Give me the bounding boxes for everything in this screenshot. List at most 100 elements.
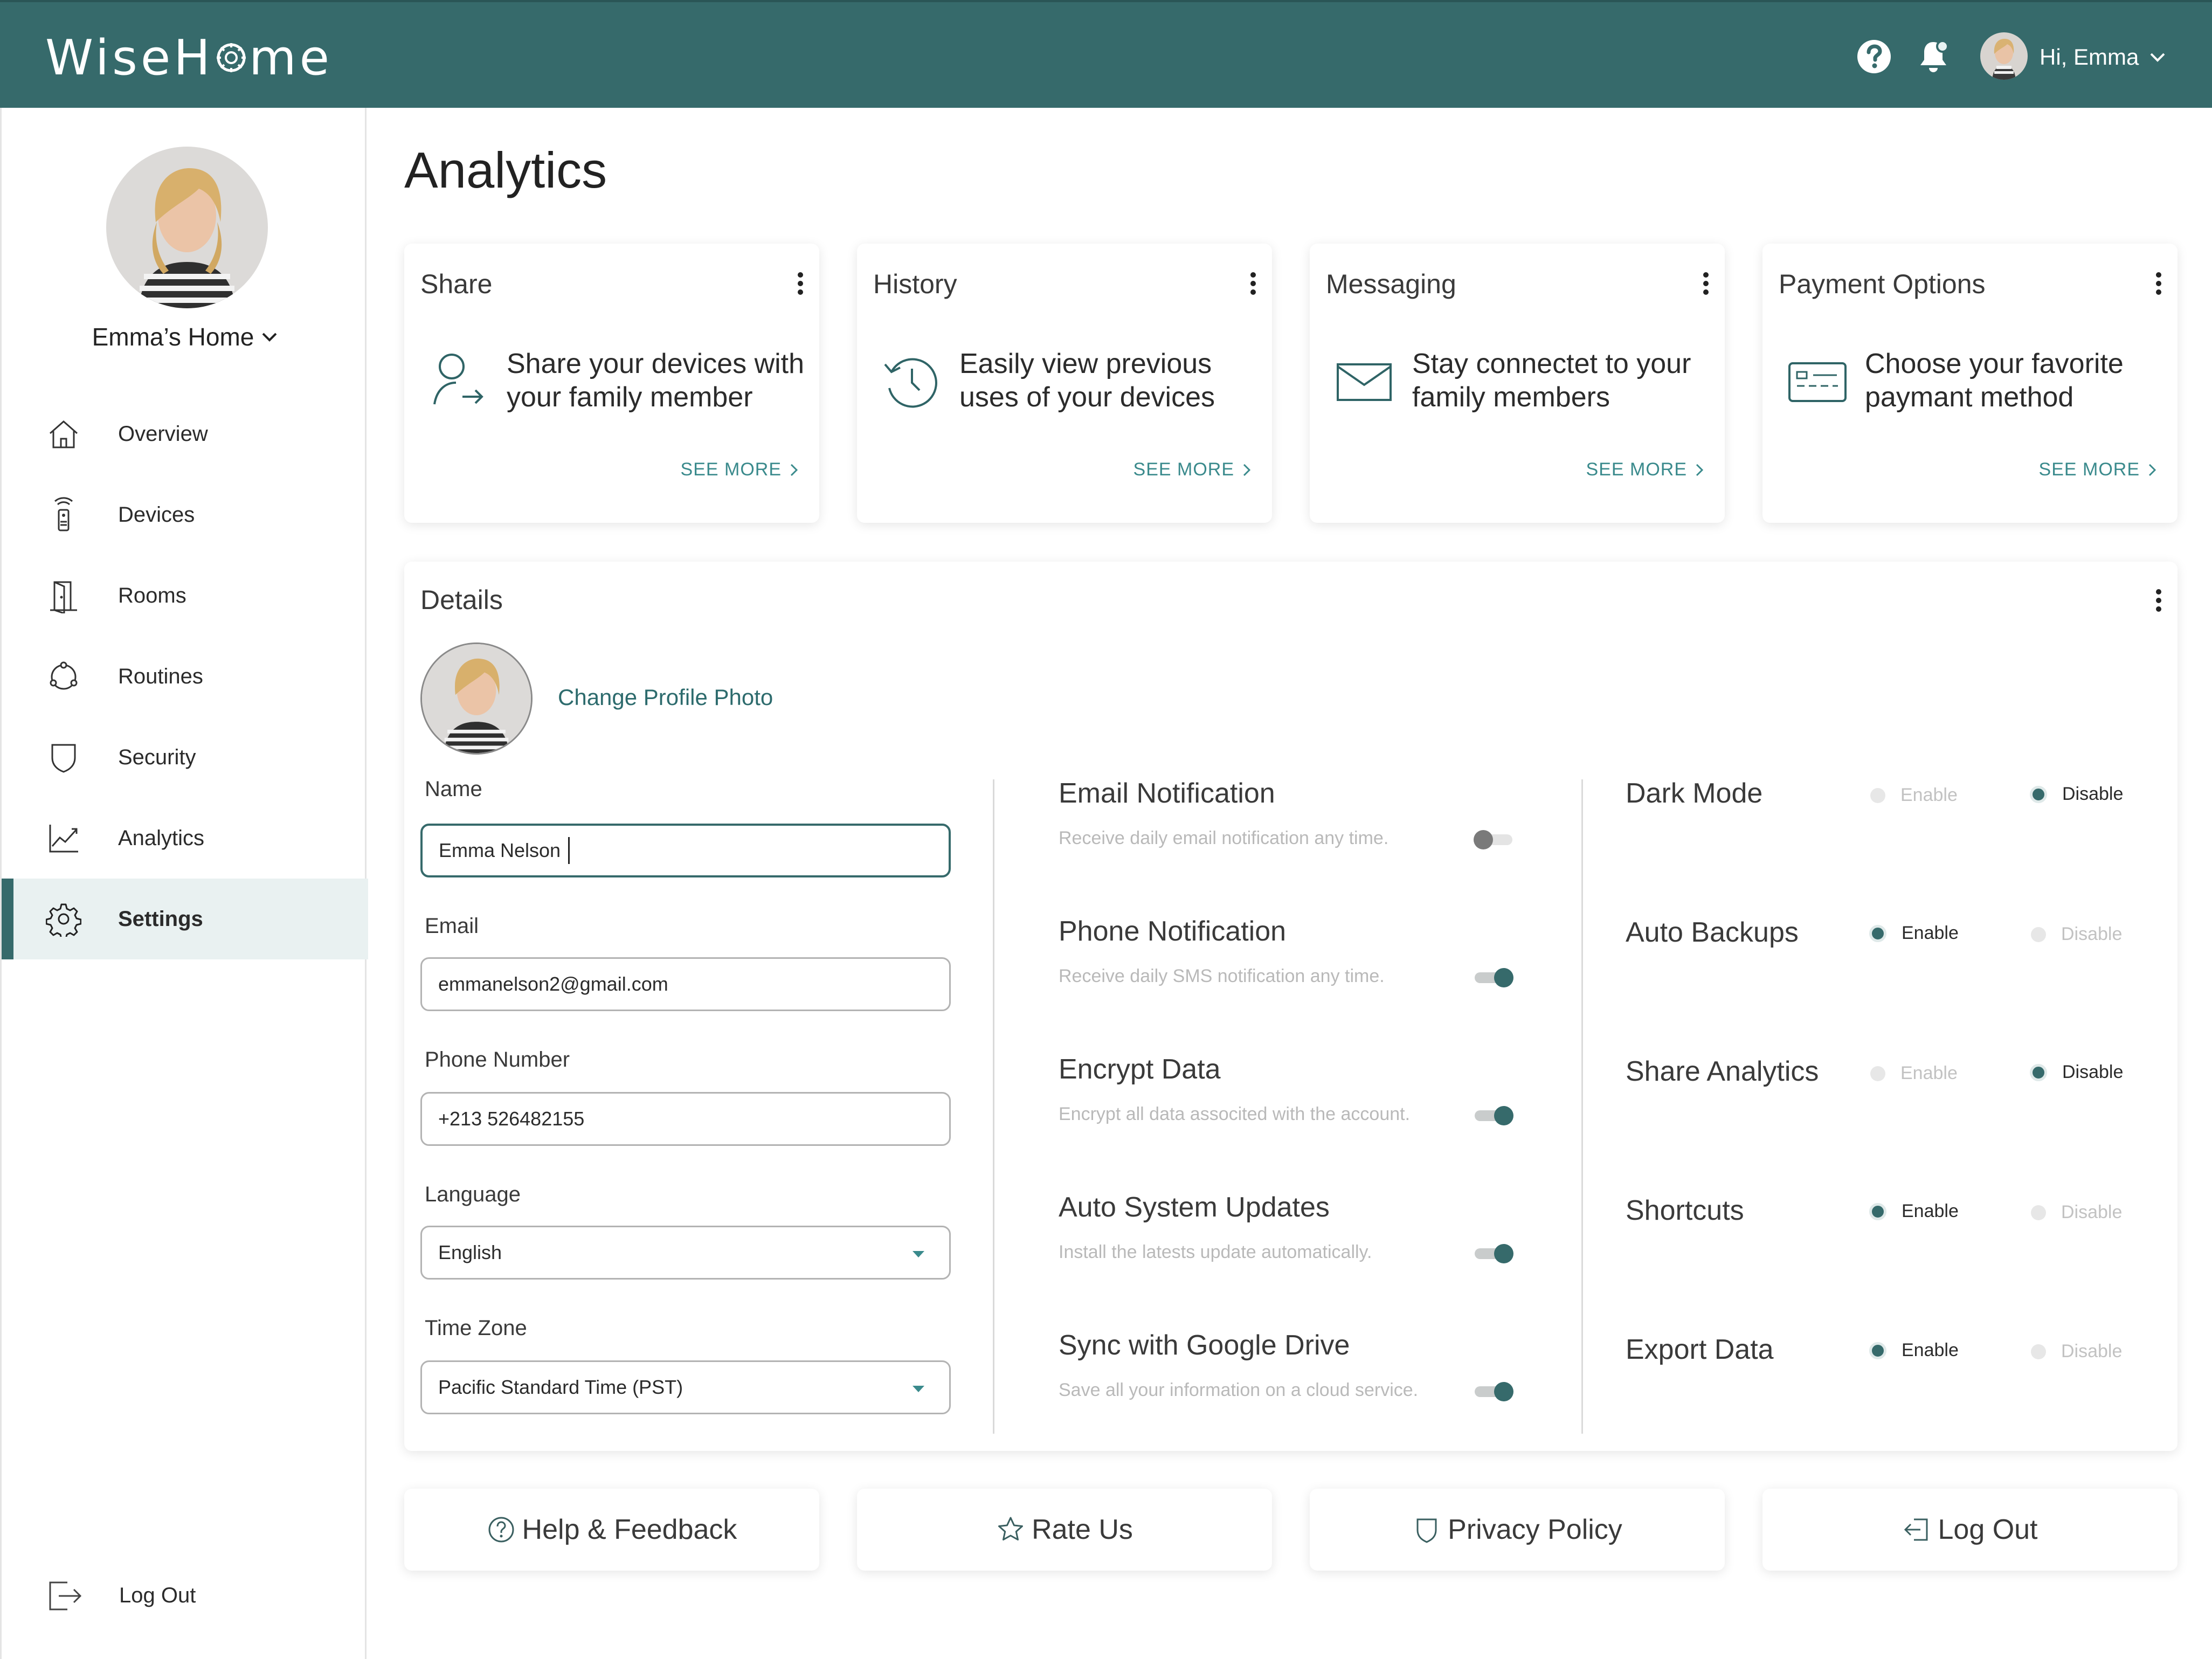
email-label: Email xyxy=(425,914,479,938)
toggle-subtitle: Install the latests update automatically… xyxy=(1059,1242,1372,1262)
routine-cycle-icon xyxy=(46,659,81,694)
shield-icon xyxy=(46,739,81,775)
shortcuts-disable-radio[interactable]: Disable xyxy=(2031,1202,2122,1223)
chevron-right-icon xyxy=(1243,464,1250,476)
sidebar-item-security[interactable]: Security xyxy=(2,717,368,798)
logout-label: Log Out xyxy=(119,1584,196,1607)
see-more-link[interactable]: SEE MORE xyxy=(2039,459,2156,480)
language-label: Language xyxy=(425,1183,521,1206)
toggle-subtitle: Receive daily SMS notification any time. xyxy=(1059,966,1385,986)
header-avatar[interactable] xyxy=(1980,32,2028,80)
dark-mode-disable-radio[interactable]: Disable xyxy=(2030,784,2123,805)
sidebar-item-label: Devices xyxy=(118,502,195,527)
sidebar-item-devices[interactable]: Devices xyxy=(2,474,368,555)
shortcuts-enable-radio[interactable]: Enable xyxy=(1869,1201,1959,1222)
user-menu[interactable]: Hi, Emma xyxy=(2040,41,2166,73)
home-name: Emma’s Home xyxy=(92,323,254,351)
export-data-disable-radio[interactable]: Disable xyxy=(2031,1341,2122,1362)
dropdown-arrow-icon xyxy=(913,1386,924,1392)
help-icon[interactable] xyxy=(1856,39,1892,74)
preference-title: Share Analytics xyxy=(1626,1056,1819,1087)
sidebar-item-label: Settings xyxy=(118,907,203,931)
phone-notification-toggle[interactable] xyxy=(1471,966,1516,990)
share-analytics-enable-radio[interactable]: Enable xyxy=(1870,1063,1958,1084)
help-feedback-button[interactable]: Help & Feedback xyxy=(404,1489,819,1571)
toggle-title: Encrypt Data xyxy=(1059,1054,1221,1085)
kebab-menu-icon[interactable] xyxy=(2151,585,2167,618)
encrypt-data-toggle[interactable] xyxy=(1471,1104,1516,1128)
sidebar-item-label: Routines xyxy=(118,664,203,688)
email-field[interactable]: emmanelson2@gmail.com xyxy=(420,957,951,1011)
preference-title: Auto Backups xyxy=(1626,917,1799,948)
card-description: Choose your favorite paymant method xyxy=(1865,348,2124,413)
sidebar-item-label: Security xyxy=(118,745,196,769)
envelope-icon xyxy=(1333,350,1395,412)
toggle-title: Auto System Updates xyxy=(1059,1192,1330,1223)
messaging-card: Messaging Stay connectet to your family … xyxy=(1310,244,1725,523)
chart-line-icon xyxy=(46,820,81,856)
auto-system-updates-toggle[interactable] xyxy=(1471,1242,1516,1266)
email-notification-toggle[interactable] xyxy=(1471,828,1516,852)
card-title: History xyxy=(873,269,957,299)
home-selector[interactable]: Emma’s Home xyxy=(2,322,368,351)
details-title: Details xyxy=(420,585,503,615)
profile-photo[interactable] xyxy=(420,642,533,755)
see-more-link[interactable]: SEE MORE xyxy=(681,459,798,480)
page-title: Analytics xyxy=(404,142,607,198)
sidebar-item-rooms[interactable]: Rooms xyxy=(2,555,368,636)
sidebar-item-analytics[interactable]: Analytics xyxy=(2,798,368,879)
sidebar-nav: Overview Devices Rooms Routines Security… xyxy=(2,393,368,959)
card-title: Payment Options xyxy=(1779,269,1986,299)
log-out-label: Log Out xyxy=(1938,1514,2038,1545)
chevron-down-icon xyxy=(2150,53,2165,62)
phone-label: Phone Number xyxy=(425,1048,570,1072)
card-description: Share your devices with your family memb… xyxy=(507,348,805,413)
help-feedback-label: Help & Feedback xyxy=(522,1514,737,1545)
language-select[interactable]: English xyxy=(420,1226,951,1280)
rate-us-label: Rate Us xyxy=(1032,1514,1133,1545)
shield-icon xyxy=(1416,1518,1437,1543)
phone-field[interactable]: +213 526482155 xyxy=(420,1092,951,1146)
name-label: Name xyxy=(425,777,482,801)
auto-backups-disable-radio[interactable]: Disable xyxy=(2031,924,2122,945)
preference-title: Export Data xyxy=(1626,1334,1774,1365)
notification-bell-icon[interactable] xyxy=(1916,38,1951,75)
sidebar-logout[interactable]: Log Out xyxy=(2,1563,368,1628)
top-header: WiseH me Hi, Emma xyxy=(0,0,2212,108)
star-icon xyxy=(998,1517,1024,1541)
sidebar-item-settings[interactable]: Settings xyxy=(2,879,368,959)
logout-icon xyxy=(46,1577,84,1615)
history-card: History Easily view previous uses of you… xyxy=(857,244,1272,523)
rate-us-button[interactable]: Rate Us xyxy=(857,1489,1272,1571)
timezone-select[interactable]: Pacific Standard Time (PST) xyxy=(420,1360,951,1414)
see-more-link[interactable]: SEE MORE xyxy=(1586,459,1703,480)
export-data-enable-radio[interactable]: Enable xyxy=(1869,1340,1959,1361)
kebab-menu-icon[interactable] xyxy=(1698,268,1714,301)
dark-mode-enable-radio[interactable]: Enable xyxy=(1870,785,1958,806)
column-divider xyxy=(993,779,994,1434)
kebab-menu-icon[interactable] xyxy=(792,268,808,301)
toggle-subtitle: Save all your information on a cloud ser… xyxy=(1059,1380,1419,1400)
share-analytics-disable-radio[interactable]: Disable xyxy=(2030,1062,2123,1083)
user-greeting: Hi, Emma xyxy=(2040,44,2139,70)
toggle-title: Phone Notification xyxy=(1059,916,1287,947)
share-card: Share Share your devices with your famil… xyxy=(404,244,819,523)
privacy-policy-button[interactable]: Privacy Policy xyxy=(1310,1489,1725,1571)
wisehome-logo[interactable]: WiseH me xyxy=(45,28,333,87)
auto-backups-enable-radio[interactable]: Enable xyxy=(1869,923,1959,944)
privacy-policy-label: Privacy Policy xyxy=(1448,1514,1622,1545)
kebab-menu-icon[interactable] xyxy=(2151,268,2167,301)
card-title: Messaging xyxy=(1326,269,1456,299)
chevron-right-icon xyxy=(1696,464,1703,476)
log-out-button[interactable]: Log Out xyxy=(1762,1489,2178,1571)
sidebar-item-overview[interactable]: Overview xyxy=(2,393,368,474)
change-profile-photo-link[interactable]: Change Profile Photo xyxy=(558,685,773,710)
sync-google-drive-toggle[interactable] xyxy=(1471,1380,1516,1404)
question-circle-icon xyxy=(488,1517,514,1543)
name-field[interactable]: Emma Nelson xyxy=(420,824,951,877)
timezone-label: Time Zone xyxy=(425,1316,527,1340)
kebab-menu-icon[interactable] xyxy=(1245,268,1261,301)
see-more-link[interactable]: SEE MORE xyxy=(1133,459,1250,480)
sidebar-item-routines[interactable]: Routines xyxy=(2,636,368,717)
chevron-down-icon xyxy=(262,333,277,342)
